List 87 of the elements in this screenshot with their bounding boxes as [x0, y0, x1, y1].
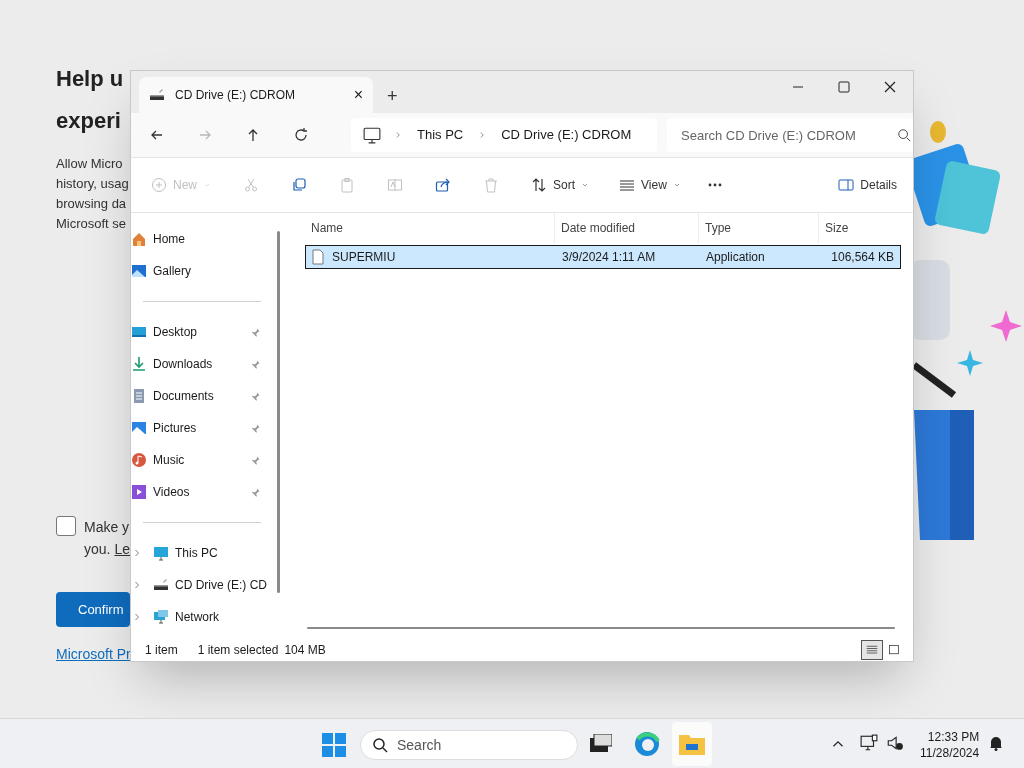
- image-icon: [131, 263, 147, 279]
- body-text: Allow Micro: [56, 155, 124, 173]
- table-cell-text: 3/9/2024 1:11 AM: [561, 249, 657, 266]
- breadcrumb-item[interactable]: CD Drive (E:) CDROM: [499, 125, 634, 145]
- tab[interactable]: CD Drive (E:) CDROM ×: [139, 77, 373, 113]
- monitor-icon: [131, 324, 147, 340]
- folder-icon[interactable]: [678, 732, 706, 756]
- column-header[interactable]: Date modified: [555, 213, 699, 243]
- column-header[interactable]: Name: [305, 213, 555, 243]
- item-count: 1 item: [145, 642, 178, 659]
- trash-icon: [483, 177, 499, 193]
- panel-icon: [838, 177, 855, 193]
- sidebar-item[interactable]: Pictures: [131, 412, 271, 444]
- rename-icon: [387, 177, 403, 193]
- consent-checkbox[interactable]: [56, 516, 76, 536]
- file-row[interactable]: SUPERMIU 3/9/2024 1:11 AM Application 106,564 KB: [305, 245, 901, 269]
- clipboard-icon: [339, 177, 355, 193]
- details-pane-button[interactable]: Details: [838, 176, 897, 194]
- sidebar-item[interactable]: Videos: [131, 476, 271, 508]
- learn-more-link[interactable]: Le: [114, 538, 131, 560]
- consent-text: you.: [84, 540, 111, 559]
- address-bar[interactable]: This PC CD Drive (E:) CDROM: [351, 118, 657, 152]
- network-icon: [153, 609, 169, 625]
- page-heading: experi: [56, 107, 122, 135]
- plus-circle-icon: [151, 177, 167, 193]
- horizontal-scrollbar[interactable]: [307, 627, 895, 629]
- refresh-icon: [293, 127, 309, 143]
- body-text: Microsoft se: [56, 215, 128, 233]
- list-icon: [619, 177, 635, 193]
- page-heading: Help u: [56, 65, 125, 93]
- sidebar-item[interactable]: Network: [131, 601, 271, 633]
- caret-icon: [581, 181, 589, 189]
- file-icon: [310, 249, 326, 265]
- body-text: browsing da: [56, 195, 128, 213]
- monitor-icon: [363, 126, 381, 144]
- notification-bell-icon[interactable]: [988, 735, 1004, 751]
- list-icon: [866, 644, 878, 656]
- consent-text: Make y: [84, 518, 131, 537]
- start-icon[interactable]: [322, 733, 346, 757]
- sidebar-item[interactable]: Downloads: [131, 348, 271, 380]
- taskbar-search-field[interactable]: Search: [360, 730, 578, 760]
- column-header[interactable]: Type: [699, 213, 819, 243]
- sidebar-item[interactable]: Desktop: [131, 316, 271, 348]
- sidebar-item[interactable]: This PC: [131, 537, 271, 569]
- column-header[interactable]: Size: [819, 213, 897, 243]
- muted-speaker-icon[interactable]: [886, 734, 904, 752]
- clock-date[interactable]: 11/28/2024: [920, 745, 980, 761]
- browser-icon[interactable]: [634, 731, 660, 757]
- body-text: history, usag: [56, 175, 129, 193]
- details-view-button[interactable]: [861, 640, 883, 660]
- caret-icon: [203, 181, 211, 189]
- search-icon: [372, 737, 388, 753]
- selection-size: 104 MB: [284, 642, 326, 659]
- sidebar-item[interactable]: Documents: [131, 380, 271, 412]
- selection-info: 1 item selected: [197, 642, 279, 659]
- tab-title: CD Drive (E:) CDROM: [175, 87, 296, 104]
- clock-time[interactable]: 12:33 PM: [927, 729, 980, 745]
- privacy-link[interactable]: Microsoft Pr: [56, 644, 131, 665]
- download-icon: [131, 356, 147, 372]
- task-view-icon[interactable]: [590, 734, 612, 754]
- caret-icon: [672, 181, 681, 189]
- scrollbar[interactable]: [277, 231, 280, 593]
- square-icon: [888, 644, 900, 656]
- drive-icon: [149, 87, 165, 103]
- confirm-button[interactable]: Confirm: [56, 592, 130, 627]
- sort-button[interactable]: Sort: [531, 176, 619, 194]
- table-cell-text: Application: [705, 249, 766, 266]
- table-cell-text: 106,564 KB: [830, 249, 895, 266]
- sidebar-item[interactable]: Music: [131, 444, 271, 476]
- view-button[interactable]: View: [619, 176, 707, 194]
- copy-icon: [291, 177, 307, 193]
- drive-icon: [153, 577, 169, 593]
- sort-icon: [531, 177, 547, 193]
- table-cell-text: SUPERMIU: [332, 249, 396, 266]
- sidebar-item[interactable]: Gallery: [131, 255, 271, 287]
- monitor-icon: [153, 545, 169, 561]
- scissors-icon: [243, 177, 259, 193]
- share-icon: [435, 177, 451, 193]
- search-field[interactable]: Search CD Drive (E:) CDROM: [667, 118, 913, 152]
- sidebar-item[interactable]: Home: [131, 223, 271, 255]
- house-icon: [131, 231, 147, 247]
- close-tab-button[interactable]: ×: [353, 87, 363, 103]
- network-icon[interactable]: [860, 734, 878, 752]
- breadcrumb-item[interactable]: This PC: [415, 125, 466, 145]
- search-icon: [897, 128, 911, 142]
- sidebar-item[interactable]: CD Drive (E:) CD: [131, 569, 271, 601]
- new-tab-button[interactable]: +: [387, 87, 398, 105]
